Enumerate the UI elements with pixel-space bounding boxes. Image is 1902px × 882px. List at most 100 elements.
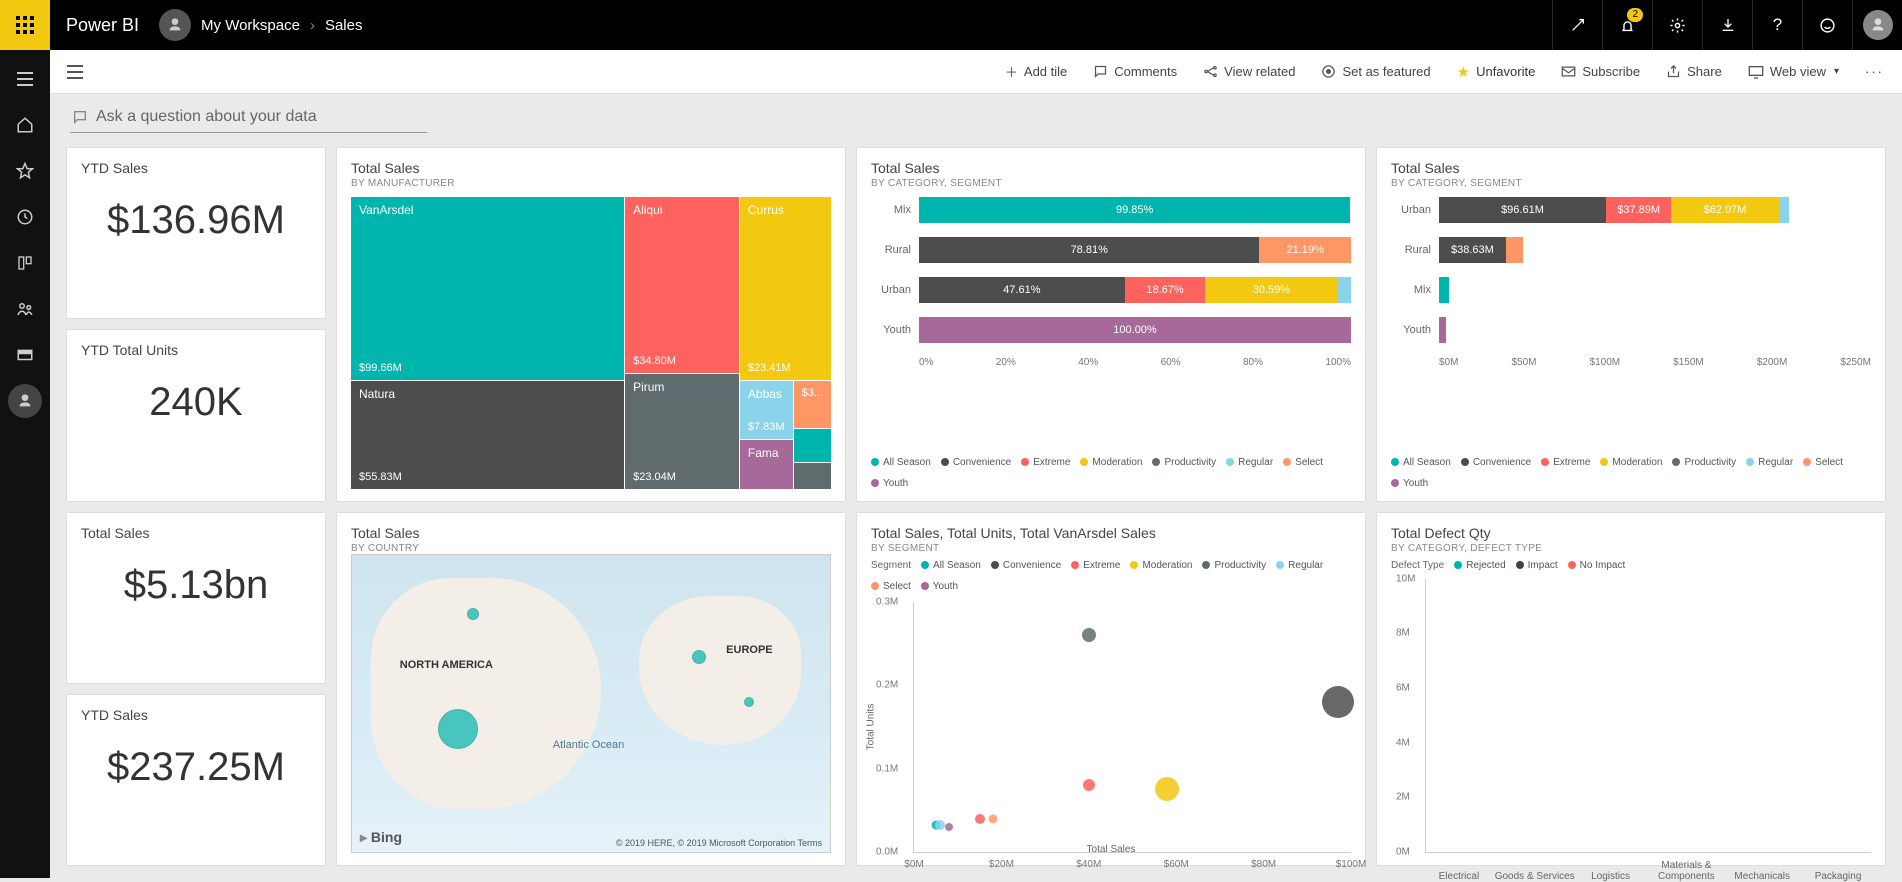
kpi-value: 240K xyxy=(81,380,311,425)
tile-total-sales[interactable]: Total Sales $5.13bn xyxy=(66,512,326,684)
more-button[interactable]: ··· xyxy=(1865,64,1884,79)
download-icon xyxy=(1720,17,1736,33)
tile-title: Total Sales xyxy=(351,525,831,541)
fullscreen-button[interactable] xyxy=(1552,0,1602,50)
tile-subtitle: BY MANUFACTURER xyxy=(351,178,831,189)
settings-button[interactable] xyxy=(1652,0,1702,50)
share-icon xyxy=(1666,64,1681,79)
clock-icon xyxy=(16,208,34,226)
expand-icon xyxy=(1570,17,1586,33)
map-chart: NORTH AMERICA EUROPE Atlantic Ocean ▸ Bi… xyxy=(351,554,831,854)
nav-favorites[interactable] xyxy=(0,150,50,192)
app-launcher-button[interactable] xyxy=(0,0,50,50)
tile-title: Total Sales xyxy=(871,160,1351,176)
qna-placeholder: Ask a question about your data xyxy=(96,108,317,126)
related-icon xyxy=(1203,64,1218,79)
tile-title: YTD Total Units xyxy=(81,342,311,358)
help-button[interactable]: ? xyxy=(1752,0,1802,50)
home-icon xyxy=(16,116,34,134)
nav-menu-toggle[interactable] xyxy=(0,58,50,100)
unfavorite-label: Unfavorite xyxy=(1476,64,1535,79)
breadcrumb-separator: › xyxy=(310,17,315,34)
person-icon xyxy=(1870,17,1886,33)
tile-title: Total Defect Qty xyxy=(1391,525,1871,541)
tile-treemap[interactable]: Total Sales BY MANUFACTURER VanArsdel$99… xyxy=(336,147,846,502)
legend: SegmentAll SeasonConvenienceExtremeModer… xyxy=(871,560,1351,592)
subscribe-label: Subscribe xyxy=(1582,64,1640,79)
tile-title: Total Sales xyxy=(81,525,311,541)
nav-workspaces[interactable] xyxy=(0,334,50,376)
legend: All SeasonConvenienceExtremeModerationPr… xyxy=(1391,457,1871,489)
monitor-icon xyxy=(1748,65,1764,79)
waffle-icon xyxy=(16,16,34,34)
map-attribution: © 2019 HERE, © 2019 Microsoft Corporatio… xyxy=(616,838,822,848)
tile-title: Total Sales xyxy=(1391,160,1871,176)
brand-label: Power BI xyxy=(66,15,139,36)
nav-apps[interactable] xyxy=(0,242,50,284)
tile-defects[interactable]: Total Defect Qty BY CATEGORY, DEFECT TYP… xyxy=(1376,512,1886,867)
expand-nav-button[interactable] xyxy=(50,50,100,94)
map-label-eu: EUROPE xyxy=(726,644,772,656)
notification-badge: 2 xyxy=(1627,8,1643,22)
breadcrumb-page[interactable]: Sales xyxy=(325,17,363,34)
workspace-avatar[interactable] xyxy=(159,9,191,41)
legend: Defect TypeRejectedImpactNo Impact xyxy=(1391,560,1871,571)
nav-my-workspace[interactable] xyxy=(8,384,42,418)
web-view-button[interactable]: Web view ▾ xyxy=(1748,64,1839,79)
x-axis-label: Total Sales xyxy=(1087,844,1136,855)
comment-icon xyxy=(72,109,88,125)
plus-icon: ＋ xyxy=(1005,62,1018,81)
tile-ytd-units[interactable]: YTD Total Units 240K xyxy=(66,329,326,501)
add-tile-label: Add tile xyxy=(1024,64,1067,79)
breadcrumb-workspace[interactable]: My Workspace xyxy=(201,17,300,34)
tile-subtitle: BY SEGMENT xyxy=(871,543,1351,554)
smiley-icon xyxy=(1819,17,1836,34)
y-axis-label: Total Units xyxy=(866,704,877,751)
bing-logo: ▸ Bing xyxy=(360,829,402,846)
subscribe-button[interactable]: Subscribe xyxy=(1561,64,1640,79)
kpi-value: $136.96M xyxy=(81,198,311,243)
tile-ytd-sales[interactable]: YTD Sales $136.96M xyxy=(66,147,326,319)
view-related-label: View related xyxy=(1224,64,1295,79)
kpi-value: $5.13bn xyxy=(81,563,311,608)
tile-title: YTD Sales xyxy=(81,707,311,723)
web-view-label: Web view xyxy=(1770,64,1826,79)
qna-section: Ask a question about your data xyxy=(50,94,1902,141)
download-button[interactable] xyxy=(1702,0,1752,50)
share-button[interactable]: Share xyxy=(1666,64,1722,79)
nav-recent[interactable] xyxy=(0,196,50,238)
qna-input[interactable]: Ask a question about your data xyxy=(70,104,427,133)
action-bar: ＋ Add tile Comments View related Set as f… xyxy=(50,50,1902,94)
nav-home[interactable] xyxy=(0,104,50,146)
dashboard: YTD Sales $136.96M YTD Total Units 240K … xyxy=(50,141,1902,878)
tile-stacked-val[interactable]: Total Sales BY CATEGORY, SEGMENT Urban$9… xyxy=(1376,147,1886,502)
gear-icon xyxy=(1669,17,1686,34)
nav-shared[interactable] xyxy=(0,288,50,330)
chevron-down-icon: ▾ xyxy=(1834,66,1839,77)
set-featured-label: Set as featured xyxy=(1342,64,1430,79)
map-label-na: NORTH AMERICA xyxy=(400,659,493,671)
tile-subtitle: BY CATEGORY, SEGMENT xyxy=(1391,178,1871,189)
comments-button[interactable]: Comments xyxy=(1093,64,1177,79)
add-tile-button[interactable]: ＋ Add tile xyxy=(1005,62,1067,81)
legend: All SeasonConvenienceExtremeModerationPr… xyxy=(871,457,1351,489)
set-featured-button[interactable]: Set as featured xyxy=(1321,64,1430,79)
tile-map[interactable]: Total Sales BY COUNTRY NORTH AMERICA EUR… xyxy=(336,512,846,867)
hamburger-icon xyxy=(66,65,84,79)
help-icon: ? xyxy=(1773,15,1782,35)
tile-subtitle: BY COUNTRY xyxy=(351,543,831,554)
tile-subtitle: BY CATEGORY, DEFECT TYPE xyxy=(1391,543,1871,554)
map-label-ocean: Atlantic Ocean xyxy=(553,739,625,751)
share-label: Share xyxy=(1687,64,1722,79)
workspace-icon xyxy=(16,346,34,364)
tile-ytd-sales-2[interactable]: YTD Sales $237.25M xyxy=(66,694,326,866)
tile-stacked-pct[interactable]: Total Sales BY CATEGORY, SEGMENT Mix99.8… xyxy=(856,147,1366,502)
tile-scatter[interactable]: Total Sales, Total Units, Total VanArsde… xyxy=(856,512,1366,867)
feedback-button[interactable] xyxy=(1802,0,1852,50)
person-icon xyxy=(17,393,33,409)
view-related-button[interactable]: View related xyxy=(1203,64,1295,79)
unfavorite-button[interactable]: ★Unfavorite xyxy=(1457,63,1536,81)
treemap-chart: VanArsdel$99.66M Natura$55.83M Aliqui$34… xyxy=(351,197,831,489)
profile-button[interactable] xyxy=(1852,0,1902,50)
notifications-button[interactable]: 2 xyxy=(1602,0,1652,50)
